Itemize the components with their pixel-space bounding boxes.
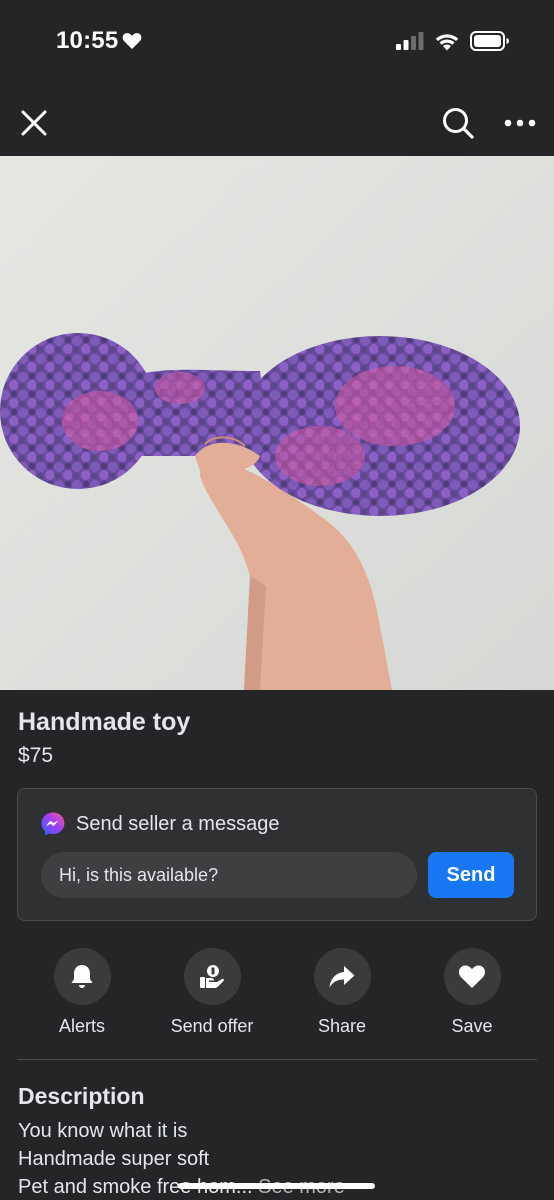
save-label: Save bbox=[451, 1016, 493, 1036]
listing-title: Handmade toy bbox=[18, 708, 191, 736]
share-icon bbox=[329, 965, 355, 987]
alerts-icon-circle bbox=[53, 948, 111, 1005]
save-button[interactable]: Save bbox=[407, 948, 537, 1038]
more-button[interactable] bbox=[495, 98, 545, 148]
search-icon bbox=[443, 108, 474, 139]
save-icon-circle bbox=[443, 948, 501, 1005]
alerts-button[interactable]: Alerts bbox=[17, 948, 147, 1038]
signal-icon bbox=[396, 32, 424, 50]
wifi-icon bbox=[435, 33, 459, 50]
send-offer-label: Send offer bbox=[170, 1016, 254, 1036]
description-line: You know what it is bbox=[18, 1120, 188, 1142]
bell-icon bbox=[71, 964, 93, 988]
divider bbox=[17, 1059, 537, 1060]
share-button[interactable]: Share bbox=[277, 948, 407, 1038]
send-offer-icon-circle bbox=[183, 948, 241, 1005]
status-time-text: 10:55 bbox=[56, 27, 119, 54]
heart-icon bbox=[458, 965, 486, 988]
crochet-toy-image bbox=[0, 156, 554, 690]
share-icon-circle bbox=[313, 948, 371, 1005]
message-card: Send seller a message Send bbox=[17, 788, 537, 921]
search-button[interactable] bbox=[433, 98, 483, 148]
message-input[interactable] bbox=[41, 852, 417, 898]
heart-icon bbox=[123, 33, 142, 49]
alerts-label: Alerts bbox=[58, 1016, 105, 1036]
listing-price: $75 bbox=[18, 744, 54, 767]
description-line: Handmade super soft bbox=[18, 1148, 210, 1170]
share-label: Share bbox=[317, 1016, 367, 1036]
close-button[interactable] bbox=[9, 98, 59, 148]
message-header: Send seller a message bbox=[40, 811, 279, 837]
send-offer-button[interactable]: Send offer bbox=[147, 948, 277, 1038]
home-indicator[interactable] bbox=[178, 1183, 375, 1189]
send-button[interactable]: Send bbox=[428, 852, 514, 898]
action-row: Alerts Send offer Share Save bbox=[17, 948, 537, 1038]
top-nav bbox=[0, 90, 554, 156]
status-bar: 10:55 bbox=[0, 0, 554, 90]
messenger-icon bbox=[41, 812, 65, 836]
close-icon bbox=[21, 110, 47, 136]
listing-photo[interactable] bbox=[0, 156, 554, 690]
description-heading: Description bbox=[18, 1083, 145, 1109]
status-time: 10:55 bbox=[56, 27, 142, 55]
battery-icon bbox=[470, 31, 509, 51]
message-header-label: Send seller a message bbox=[76, 812, 280, 835]
offer-icon bbox=[200, 964, 224, 988]
status-icons bbox=[396, 31, 510, 51]
more-icon bbox=[504, 119, 536, 127]
